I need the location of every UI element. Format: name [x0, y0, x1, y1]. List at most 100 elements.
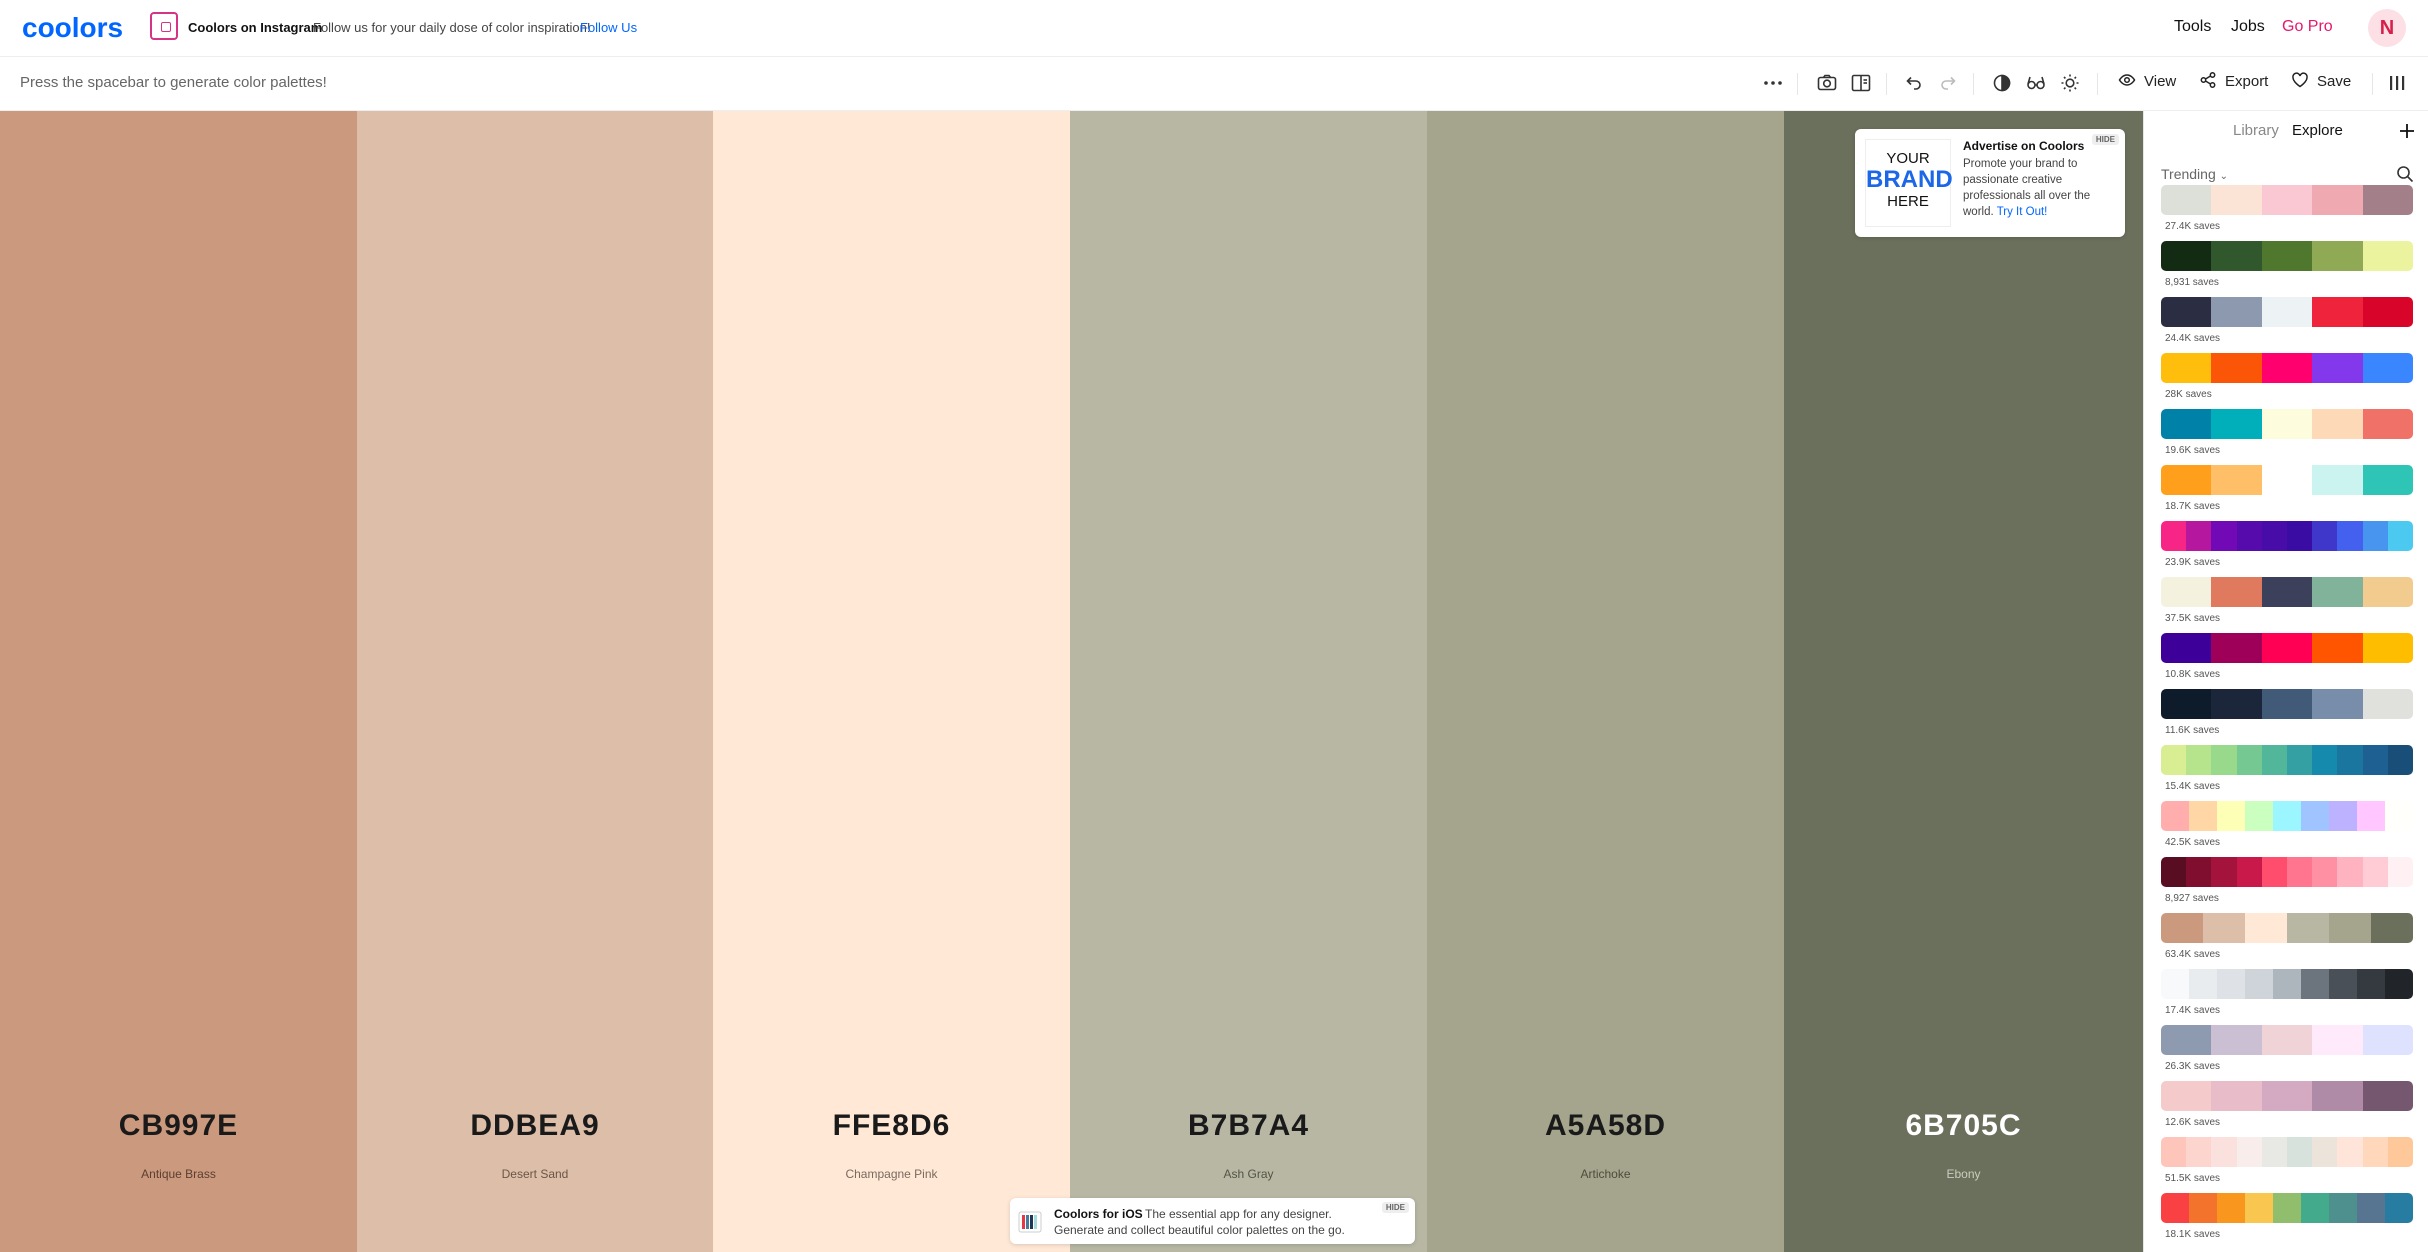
palette-swatch [2362, 521, 2388, 551]
explore-palette[interactable]: 19.6K saves [2161, 409, 2413, 465]
explore-palette[interactable]: 37.5K saves [2161, 577, 2413, 633]
redo-icon[interactable] [1937, 72, 1959, 94]
toolbar-divider [1797, 73, 1798, 95]
palette-swatch [2312, 857, 2338, 887]
palette-column[interactable]: 6B705C Ebony [1784, 111, 2143, 1252]
palette-saves-count: 42.5K saves [2165, 837, 2221, 848]
explore-palette[interactable]: 28K saves [2161, 353, 2413, 409]
ad-brand-line1: YOUR [1886, 150, 1930, 167]
save-button[interactable]: Save [2291, 71, 2351, 95]
palette-swatch [2312, 185, 2363, 215]
user-avatar[interactable]: N [2368, 9, 2406, 47]
explore-palette[interactable]: 17.4K saves [2161, 969, 2413, 1025]
palette-swatch [2362, 409, 2413, 439]
explore-palette[interactable]: 27.4K saves [2161, 185, 2413, 241]
contrast-icon[interactable] [1991, 72, 2013, 94]
search-icon[interactable] [2396, 165, 2414, 183]
explore-palette[interactable]: 8,927 saves [2161, 857, 2413, 913]
palette-swatch [2329, 801, 2357, 831]
ad-hide-button[interactable]: HIDE [2091, 134, 2119, 145]
export-button[interactable]: Export [2199, 71, 2268, 95]
palette-column[interactable]: FFE8D6 Champagne Pink [713, 111, 1070, 1252]
palette-swatch [2261, 297, 2313, 327]
ad-card[interactable]: HIDE YOUR BRAND HERE Advertise on Coolor… [1855, 129, 2125, 237]
palette-column[interactable]: B7B7A4 Ash Gray [1070, 111, 1427, 1252]
palette-swatch [2337, 745, 2363, 775]
sort-dropdown[interactable]: Trending ⌄ [2161, 166, 2228, 182]
color-hex-code[interactable]: 6B705C [1784, 1109, 2143, 1143]
columns-icon[interactable] [2386, 72, 2408, 94]
color-hex-code[interactable]: FFE8D6 [713, 1109, 1070, 1143]
palette-swatch [2161, 241, 2212, 271]
palette-swatch [2186, 857, 2212, 887]
palette-swatch [2301, 969, 2329, 999]
palette-swatch [2261, 1025, 2313, 1055]
explore-palette[interactable]: 8,931 saves [2161, 241, 2413, 297]
explore-palette[interactable]: 10.8K saves [2161, 633, 2413, 689]
glasses-icon[interactable] [2025, 72, 2047, 94]
palette-swatch [2186, 521, 2212, 551]
more-icon[interactable] [1762, 72, 1784, 94]
palette-swatch [2362, 1081, 2413, 1111]
layout-icon[interactable] [1850, 72, 1872, 94]
tab-explore[interactable]: Explore [2292, 122, 2343, 139]
explore-palette[interactable]: 12.6K saves [2161, 1081, 2413, 1137]
palette-swatch [2161, 409, 2212, 439]
palette-swatches [2161, 801, 2413, 831]
explore-sidebar: Library Explore Trending ⌄ 27.4K saves 8,… [2143, 111, 2428, 1252]
explore-palette[interactable]: 42.5K saves [2161, 801, 2413, 857]
palette-swatch [2362, 241, 2413, 271]
brightness-icon[interactable] [2059, 72, 2081, 94]
nav-tools[interactable]: Tools [2174, 18, 2211, 36]
ios-banner-sub2: Generate and collect beautiful color pal… [1054, 1223, 1345, 1237]
nav-go-pro[interactable]: Go Pro [2282, 18, 2333, 36]
palette-column[interactable]: A5A58D Artichoke [1427, 111, 1784, 1252]
palette-swatch [2312, 1137, 2338, 1167]
palette-swatch [2362, 857, 2388, 887]
color-hex-code[interactable]: B7B7A4 [1070, 1109, 1427, 1143]
palette-swatch [2312, 465, 2363, 495]
explore-palette[interactable]: 18.7K saves [2161, 465, 2413, 521]
palette-swatch [2385, 969, 2413, 999]
coolors-logo[interactable]: coolors [22, 12, 123, 44]
chevron-down-icon: ⌄ [2219, 171, 2229, 182]
palette-swatch [2312, 689, 2363, 719]
palette-swatch [2329, 913, 2371, 943]
nav-jobs[interactable]: Jobs [2231, 18, 2265, 36]
palette-swatch [2245, 969, 2273, 999]
palette-column[interactable]: CB997E Antique Brass [0, 111, 357, 1252]
eye-icon [2118, 74, 2136, 86]
palette-swatches [2161, 577, 2413, 607]
ad-brand-line2: BRAND [1866, 166, 1953, 193]
palette-swatch [2301, 1193, 2329, 1223]
view-button[interactable]: View [2118, 71, 2176, 95]
ios-banner[interactable]: Coolors for iOS The essential app for an… [1010, 1198, 1415, 1244]
follow-us-link[interactable]: Follow Us [580, 20, 637, 35]
palette-swatch [2385, 1193, 2413, 1223]
palette-swatch [2211, 857, 2237, 887]
color-hex-code[interactable]: CB997E [0, 1109, 357, 1143]
palette-swatch [2211, 577, 2262, 607]
palette-saves-count: 23.9K saves [2165, 557, 2221, 568]
undo-icon[interactable] [1903, 72, 1925, 94]
explore-palette[interactable]: 11.6K saves [2161, 689, 2413, 745]
explore-palette[interactable]: 18.1K saves [2161, 1193, 2413, 1249]
color-hex-code[interactable]: DDBEA9 [357, 1109, 713, 1143]
palette-column[interactable]: DDBEA9 Desert Sand [357, 111, 713, 1252]
ios-hide-button[interactable]: HIDE [1381, 1202, 1409, 1213]
plus-icon[interactable] [2397, 121, 2417, 141]
palette-swatch [2245, 801, 2273, 831]
palette-swatches [2161, 409, 2413, 439]
camera-icon[interactable] [1816, 72, 1838, 94]
ad-try-link[interactable]: Try It Out! [1997, 206, 2048, 218]
palette-swatches [2161, 1025, 2413, 1055]
color-hex-code[interactable]: A5A58D [1427, 1109, 1784, 1143]
explore-palette[interactable]: 63.4K saves [2161, 913, 2413, 969]
explore-palette[interactable]: 23.9K saves [2161, 521, 2413, 577]
explore-palette[interactable]: 26.3K saves [2161, 1025, 2413, 1081]
tab-library[interactable]: Library [2233, 122, 2279, 139]
palette-saves-count: 8,927 saves [2165, 893, 2219, 904]
explore-palette[interactable]: 15.4K saves [2161, 745, 2413, 801]
explore-palette[interactable]: 24.4K saves [2161, 297, 2413, 353]
explore-palette[interactable]: 51.5K saves [2161, 1137, 2413, 1193]
